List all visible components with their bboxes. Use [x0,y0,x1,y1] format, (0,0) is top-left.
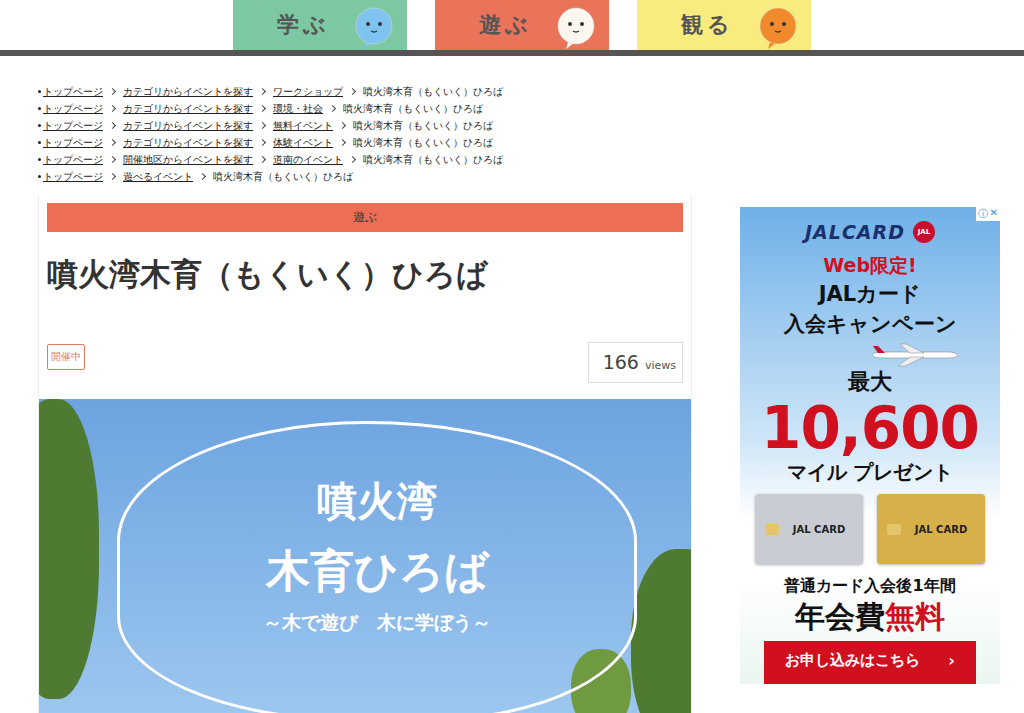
ad-banner[interactable]: ⓘ ✕ JALCARD JAL Web限定! JALカード 入会キャンペーン 最… [740,207,1000,713]
meta-row: 開催中 166 views [39,332,691,399]
separator-icon [259,139,266,146]
chip-icon [765,524,779,535]
ad-logo: JALCARD JAL [805,221,935,243]
separator-icon [259,105,266,112]
ad-controls: ⓘ ✕ [976,207,1000,221]
page: 学ぶ 遊ぶ 観る トップページカテゴリからイベントを探すワークショップ噴火湾木育… [0,0,1024,713]
views-counter: 166 views [588,342,683,383]
breadcrumb-link[interactable]: 無料イベント [273,117,333,134]
breadcrumb-link[interactable]: 道南のイベント [273,151,343,168]
breadcrumb-line: トップページ カテゴリからイベントを探す ワークショップ 噴火湾木育（もくいく）ひろば [38,83,1024,100]
tree-icon [39,399,99,699]
separator-icon [109,173,116,180]
breadcrumb-current: 噴火湾木育（もくいく）ひろば [363,83,503,100]
breadcrumb-link[interactable]: カテゴリからイベントを探す [123,83,253,100]
separator-icon [259,122,266,129]
article-title: 噴火湾木育（もくいく）ひろば [39,232,691,332]
breadcrumb-line: トップページ 遊べるイベント 噴火湾木育（もくいく）ひろば [38,168,1024,185]
ad-close-icon[interactable]: ✕ [990,207,998,221]
breadcrumb-link[interactable]: トップページ [43,134,103,151]
breadcrumb-link[interactable]: トップページ [43,117,103,134]
card-row: JAL CARD JAL CARD [755,494,985,564]
breadcrumb-current: 噴火湾木育（もくいく）ひろば [363,151,503,168]
nav-tab-label: 学ぶ [277,10,330,40]
separator-icon [339,139,346,146]
breadcrumb-current: 噴火湾木育（もくいく）ひろば [343,100,483,117]
ad-web-label: Web限定! [823,253,916,279]
face-icon [354,6,394,50]
breadcrumb-link[interactable]: トップページ [43,168,103,185]
bullet-icon [38,124,41,127]
bullet-icon [38,141,41,144]
event-banner: 噴火湾 木育ひろば ～木で遊び 木に学ぼう～ [39,399,691,713]
separator-icon [329,105,336,112]
breadcrumb-current: 噴火湾木育（もくいく）ひろば [213,168,353,185]
breadcrumb-link[interactable]: 体験イベント [273,134,333,151]
ad-lower: 普通カード入会後1年間 年会費無料 お申し込みはこちら› [740,576,1000,684]
main: 遊ぶ 噴火湾木育（もくいく）ひろば 開催中 166 views 噴火湾 木育ひろ… [0,195,1024,713]
separator-icon [349,156,356,163]
bullet-icon [38,175,41,178]
ad-headline: 入会キャンペーン [784,309,957,339]
separator-icon [349,88,356,95]
separator-icon [259,156,266,163]
article-card: 遊ぶ 噴火湾木育（もくいく）ひろば 開催中 166 views 噴火湾 木育ひろ… [38,195,692,713]
breadcrumb-link[interactable]: トップページ [43,100,103,117]
breadcrumb-link[interactable]: カテゴリからイベントを探す [123,134,253,151]
breadcrumb-line: トップページ カテゴリからイベントを探す 体験イベント 噴火湾木育（もくいく）ひろば [38,134,1024,151]
breadcrumb-link[interactable]: ワークショップ [273,83,343,100]
credit-card: JAL CARD [877,494,985,564]
breadcrumb-current: 噴火湾木育（もくいく）ひろば [353,134,493,151]
chip-icon [887,524,901,535]
breadcrumb-link[interactable]: トップページ [43,151,103,168]
face-icon [556,6,596,50]
bullet-icon [38,158,41,161]
breadcrumb-link[interactable]: トップページ [43,83,103,100]
breadcrumb-line: トップページ カテゴリからイベントを探す 無料イベント 噴火湾木育（もくいく）ひろば [38,117,1024,134]
separator-icon [109,88,116,95]
separator-icon [259,88,266,95]
separator-icon [339,122,346,129]
bullet-icon [38,107,41,110]
nav-tab[interactable]: 観る [637,0,811,50]
nav-tab-label: 遊ぶ [479,10,532,40]
breadcrumb-line: トップページ 開催地区からイベントを探す 道南のイベント 噴火湾木育（もくいく）ひろば [38,151,1024,168]
breadcrumb-line: トップページ カテゴリからイベントを探す 環境・社会 噴火湾木育（もくいく）ひろば [38,100,1024,117]
ad-max-label: 最大 [848,367,892,397]
ad-info-icon[interactable]: ⓘ [978,207,988,221]
tree-icon [631,549,691,713]
jal-logo-icon: JAL [913,221,935,243]
breadcrumb-link[interactable]: 遊べるイベント [123,168,193,185]
separator-icon [109,122,116,129]
separator-icon [109,105,116,112]
breadcrumb-current: 噴火湾木育（もくいく）ひろば [353,117,493,134]
breadcrumbs: トップページカテゴリからイベントを探すワークショップ噴火湾木育（もくいく）ひろば… [0,56,1024,185]
bullet-icon [38,90,41,93]
category-bar[interactable]: 遊ぶ [47,203,683,232]
separator-icon [199,173,206,180]
nav-tab[interactable]: 遊ぶ [435,0,609,50]
nav-divider [0,50,1024,56]
breadcrumb-link[interactable]: 環境・社会 [273,100,323,117]
apply-button[interactable]: お申し込みはこちら› [764,641,976,684]
tree-icon [571,649,631,713]
breadcrumb-link[interactable]: カテゴリからイベントを探す [123,117,253,134]
top-nav: 学ぶ 遊ぶ 観る [0,0,1024,50]
airplane-icon [870,343,960,367]
cloud-frame: 噴火湾 木育ひろば ～木で遊び 木に学ぼう～ [117,421,637,713]
breadcrumb-link[interactable]: カテゴリからイベントを探す [123,100,253,117]
nav-tab-label: 観る [681,10,734,40]
separator-icon [109,156,116,163]
ad-headline: JALカード [819,279,921,309]
status-badge: 開催中 [47,344,85,370]
nav-tab[interactable]: 学ぶ [233,0,407,50]
face-icon [758,6,798,50]
ad-amount: 10,600 [761,397,979,459]
breadcrumb-link[interactable]: 開催地区からイベントを探す [123,151,253,168]
credit-card: JAL CARD [755,494,863,564]
separator-icon [109,139,116,146]
ad-miles: マイル プレゼント [787,459,954,486]
